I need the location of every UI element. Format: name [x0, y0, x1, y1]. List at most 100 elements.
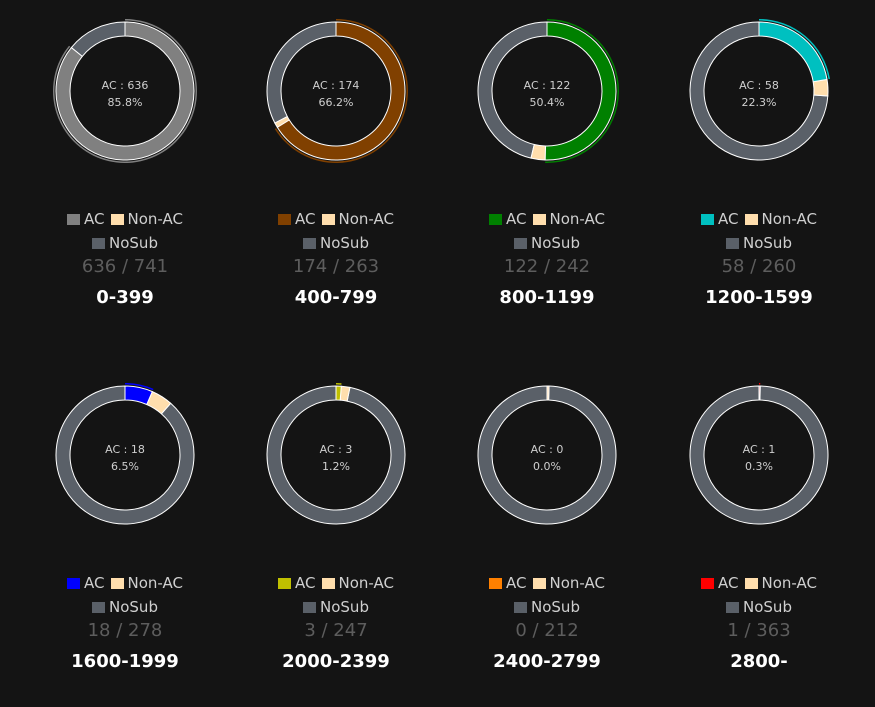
legend-swatch [726, 602, 740, 613]
rating-chart: AC : 58 22.3% AC Non-AC NoSub 58 / 260 1200-15… [653, 0, 865, 340]
legend-label: Non-AC [127, 210, 183, 228]
legend-swatch [303, 602, 317, 613]
legend-item[interactable]: Non-AC [744, 207, 817, 231]
donut-chart: AC : 18 6.5% [55, 383, 195, 525]
ac-slice [335, 385, 342, 401]
ac-count: 1 / 363 [727, 620, 791, 641]
nonac-slice [546, 385, 550, 401]
legend-label: NoSub [109, 598, 158, 616]
center-ac-label: AC : 18 [105, 443, 145, 456]
legend-item[interactable]: Non-AC [532, 571, 605, 595]
center-pct-label: 50.4% [530, 96, 565, 109]
donut-chart: AC : 58 22.3% [689, 19, 830, 161]
legend-label: NoSub [743, 234, 792, 252]
legend: AC Non-AC NoSub [441, 571, 653, 619]
legend-swatch [744, 578, 758, 589]
center-pct-label: 6.5% [111, 460, 139, 473]
rating-chart: AC : 18 6.5% AC Non-AC NoSub 18 / 278 1600-199… [19, 364, 231, 704]
legend-swatch [67, 578, 81, 589]
center-pct-label: 1.2% [322, 460, 350, 473]
center-pct-label: 66.2% [319, 96, 354, 109]
legend-item[interactable]: AC [67, 571, 105, 595]
legend-swatch [110, 578, 124, 589]
legend-label: Non-AC [549, 574, 605, 592]
donut-chart: AC : 1 0.3% [689, 383, 829, 525]
legend-item[interactable]: AC [701, 207, 739, 231]
legend-item[interactable]: AC [701, 571, 739, 595]
legend-swatch [489, 578, 503, 589]
legend-label: Non-AC [338, 574, 394, 592]
legend: AC Non-AC NoSub [19, 571, 231, 619]
legend-item[interactable]: NoSub [726, 595, 792, 619]
legend-swatch [321, 578, 335, 589]
legend-item[interactable]: AC [489, 207, 527, 231]
nonac-slice [812, 78, 829, 97]
center-ac-label: AC : 0 [531, 443, 564, 456]
center-pct-label: 0.0% [533, 460, 561, 473]
rating-chart: AC : 174 66.2% AC Non-AC NoSub 174 / 263 400-7… [230, 0, 442, 340]
legend-swatch [744, 214, 758, 225]
legend-label: AC [506, 574, 527, 592]
legend: AC Non-AC NoSub [653, 571, 865, 619]
legend-item[interactable]: Non-AC [532, 207, 605, 231]
legend-item[interactable]: Non-AC [744, 571, 817, 595]
ac-slice [758, 21, 828, 83]
legend-label: AC [84, 210, 105, 228]
ac-highlight [759, 383, 761, 385]
nosub-slice [70, 21, 126, 58]
legend-label: AC [84, 574, 105, 592]
legend-item[interactable]: NoSub [514, 595, 580, 619]
legend: AC Non-AC NoSub [441, 207, 653, 255]
legend-item[interactable]: AC [489, 571, 527, 595]
legend-label: Non-AC [549, 210, 605, 228]
ac-count: 58 / 260 [721, 256, 797, 277]
legend-item[interactable]: Non-AC [321, 571, 394, 595]
center-ac-label: AC : 636 [102, 79, 149, 92]
center-ac-label: AC : 58 [739, 79, 779, 92]
legend-item[interactable]: Non-AC [110, 571, 183, 595]
legend-item[interactable]: AC [278, 207, 316, 231]
rating-range-label: 1600-1999 [71, 651, 179, 672]
legend-item[interactable]: NoSub [92, 595, 158, 619]
legend-item[interactable]: NoSub [726, 231, 792, 255]
center-pct-label: 85.8% [108, 96, 143, 109]
donut-chart: AC : 122 50.4% [477, 19, 619, 163]
donut-chart: AC : 3 1.2% [266, 383, 406, 525]
legend-swatch [278, 214, 292, 225]
ac-count: 18 / 278 [87, 620, 163, 641]
legend: AC Non-AC NoSub [230, 571, 442, 619]
legend-item[interactable]: NoSub [92, 231, 158, 255]
donut-chart: AC : 636 85.8% [52, 19, 197, 163]
ac-slice [758, 385, 761, 401]
legend-item[interactable]: Non-AC [110, 207, 183, 231]
legend-swatch [532, 214, 546, 225]
legend-label: Non-AC [127, 574, 183, 592]
legend-label: NoSub [531, 234, 580, 252]
ac-highlight [336, 383, 342, 385]
rating-range-label: 2400-2799 [493, 651, 601, 672]
center-pct-label: 0.3% [745, 460, 773, 473]
legend-item[interactable]: AC [278, 571, 316, 595]
legend-swatch [110, 214, 124, 225]
center-ac-label: AC : 174 [313, 79, 360, 92]
rating-range-label: 400-799 [294, 287, 378, 308]
legend-label: AC [718, 210, 739, 228]
rating-range-label: 0-399 [96, 287, 154, 308]
rating-range-label: 800-1199 [499, 287, 595, 308]
legend-label: AC [295, 210, 316, 228]
ac-count: 174 / 263 [292, 256, 380, 277]
legend-label: NoSub [743, 598, 792, 616]
legend-label: NoSub [109, 234, 158, 252]
legend-item[interactable]: AC [67, 207, 105, 231]
legend-item[interactable]: NoSub [303, 595, 369, 619]
legend-swatch [701, 578, 715, 589]
rating-chart: AC : 122 50.4% AC Non-AC NoSub 122 / 242 800-1… [441, 0, 653, 340]
legend-item[interactable]: Non-AC [321, 207, 394, 231]
legend-item[interactable]: NoSub [514, 231, 580, 255]
legend-swatch [514, 602, 528, 613]
legend-swatch [701, 214, 715, 225]
legend: AC Non-AC NoSub [19, 207, 231, 255]
legend-label: AC [506, 210, 527, 228]
legend-label: NoSub [320, 598, 369, 616]
legend-item[interactable]: NoSub [303, 231, 369, 255]
